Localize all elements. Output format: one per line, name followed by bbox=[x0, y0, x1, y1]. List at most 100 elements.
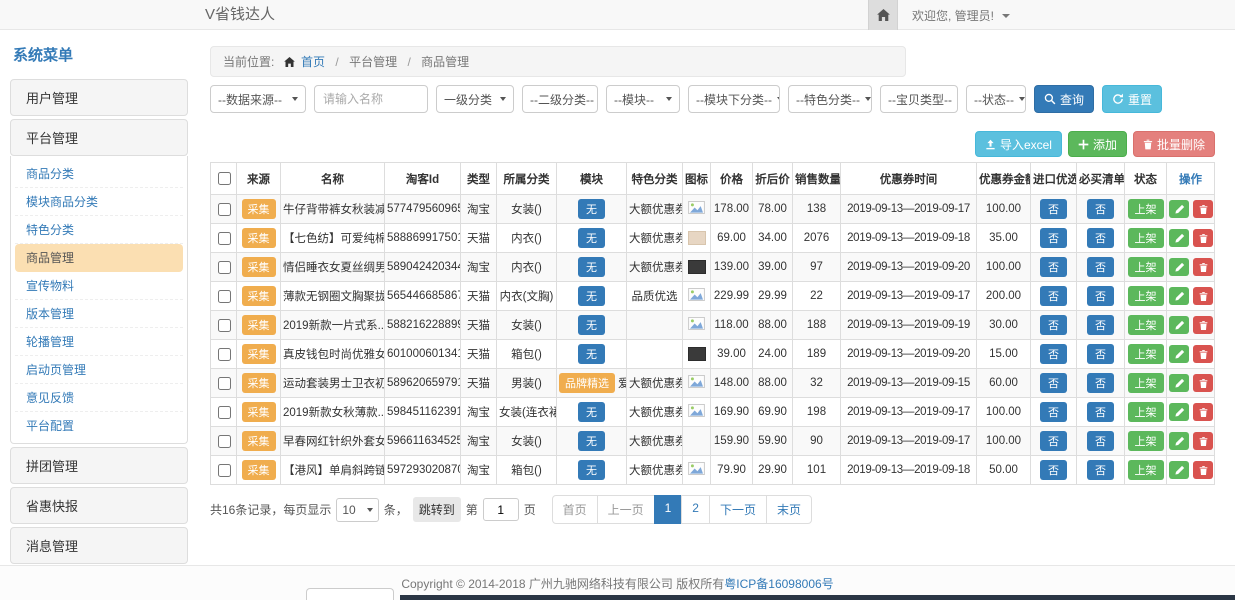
level2-category-select[interactable]: --二级分类-- bbox=[522, 85, 598, 113]
delete-button[interactable] bbox=[1193, 345, 1213, 363]
sidebar-group-platform-management[interactable]: 平台管理 bbox=[10, 119, 188, 156]
item-type-select[interactable]: --宝贝类型-- bbox=[880, 85, 958, 113]
status-button[interactable]: 上架 bbox=[1128, 344, 1164, 364]
import-select-toggle[interactable]: 否 bbox=[1040, 431, 1067, 451]
must-buy-toggle[interactable]: 否 bbox=[1087, 344, 1114, 364]
must-buy-toggle[interactable]: 否 bbox=[1087, 431, 1114, 451]
page-number-input[interactable] bbox=[483, 498, 519, 521]
data-source-select[interactable]: --数据来源-- bbox=[210, 85, 306, 113]
edit-button[interactable] bbox=[1169, 316, 1189, 334]
import-select-toggle[interactable]: 否 bbox=[1040, 460, 1067, 480]
status-select[interactable]: --状态-- bbox=[966, 85, 1026, 113]
next-page-button[interactable]: 下一页 bbox=[709, 495, 767, 524]
sidebar-group-groupbuy-management[interactable]: 拼团管理 bbox=[10, 447, 188, 484]
must-buy-toggle[interactable]: 否 bbox=[1087, 315, 1114, 335]
import-select-toggle[interactable]: 否 bbox=[1040, 315, 1067, 335]
row-checkbox[interactable] bbox=[218, 319, 231, 332]
breadcrumb-home-link[interactable]: 首页 bbox=[301, 55, 325, 69]
delete-button[interactable] bbox=[1193, 374, 1213, 392]
sidebar-item-product-category[interactable]: 商品分类 bbox=[15, 160, 183, 188]
sidebar-item-carousel-management[interactable]: 轮播管理 bbox=[15, 328, 183, 356]
row-checkbox[interactable] bbox=[218, 261, 231, 274]
status-button[interactable]: 上架 bbox=[1128, 315, 1164, 335]
feature-category-select[interactable]: --特色分类-- bbox=[788, 85, 872, 113]
row-checkbox[interactable] bbox=[218, 464, 231, 477]
search-button[interactable]: 查询 bbox=[1034, 85, 1094, 113]
sidebar-group-save-express-news[interactable]: 省惠快报 bbox=[10, 487, 188, 524]
must-buy-toggle[interactable]: 否 bbox=[1087, 402, 1114, 422]
row-checkbox[interactable] bbox=[218, 203, 231, 216]
level1-category-select[interactable]: 一级分类 bbox=[436, 85, 514, 113]
import-select-toggle[interactable]: 否 bbox=[1040, 286, 1067, 306]
edit-button[interactable] bbox=[1169, 345, 1189, 363]
delete-button[interactable] bbox=[1193, 403, 1213, 421]
delete-button[interactable] bbox=[1193, 229, 1213, 247]
row-checkbox[interactable] bbox=[218, 232, 231, 245]
status-button[interactable]: 上架 bbox=[1128, 402, 1164, 422]
import-select-toggle[interactable]: 否 bbox=[1040, 257, 1067, 277]
sidebar-item-platform-config[interactable]: 平台配置 bbox=[15, 412, 183, 439]
import-select-toggle[interactable]: 否 bbox=[1040, 344, 1067, 364]
sidebar-item-version-management[interactable]: 版本管理 bbox=[15, 300, 183, 328]
import-excel-button[interactable]: 导入excel bbox=[975, 131, 1062, 157]
must-buy-toggle[interactable]: 否 bbox=[1087, 199, 1114, 219]
must-buy-toggle[interactable]: 否 bbox=[1087, 373, 1114, 393]
must-buy-toggle[interactable]: 否 bbox=[1087, 228, 1114, 248]
edit-button[interactable] bbox=[1169, 200, 1189, 218]
sidebar-item-module-product-category[interactable]: 模块商品分类 bbox=[15, 188, 183, 216]
name-search-input[interactable] bbox=[314, 85, 428, 113]
row-checkbox[interactable] bbox=[218, 406, 231, 419]
status-button[interactable]: 上架 bbox=[1128, 431, 1164, 451]
sidebar-item-product-management[interactable]: 商品管理 bbox=[15, 244, 183, 272]
status-button[interactable]: 上架 bbox=[1128, 228, 1164, 248]
page-button-1[interactable]: 1 bbox=[654, 495, 683, 524]
must-buy-toggle[interactable]: 否 bbox=[1087, 286, 1114, 306]
delete-button[interactable] bbox=[1193, 432, 1213, 450]
must-buy-toggle[interactable]: 否 bbox=[1087, 257, 1114, 277]
edit-button[interactable] bbox=[1169, 258, 1189, 276]
sidebar-group-user-management[interactable]: 用户管理 bbox=[10, 79, 188, 116]
home-button[interactable] bbox=[868, 0, 898, 30]
batch-delete-button[interactable]: 批量删除 bbox=[1133, 131, 1215, 157]
page-button-2[interactable]: 2 bbox=[681, 495, 710, 524]
select-all-checkbox[interactable] bbox=[218, 172, 231, 185]
jump-button[interactable]: 跳转到 bbox=[413, 497, 461, 522]
delete-button[interactable] bbox=[1193, 287, 1213, 305]
icp-link[interactable]: 粤ICP备16098006号 bbox=[724, 577, 833, 591]
add-button[interactable]: 添加 bbox=[1068, 131, 1127, 157]
row-checkbox[interactable] bbox=[218, 290, 231, 303]
prev-page-button[interactable]: 上一页 bbox=[597, 495, 655, 524]
edit-button[interactable] bbox=[1169, 461, 1189, 479]
delete-button[interactable] bbox=[1193, 316, 1213, 334]
delete-button[interactable] bbox=[1193, 461, 1213, 479]
status-button[interactable]: 上架 bbox=[1128, 199, 1164, 219]
sidebar-item-feature-category[interactable]: 特色分类 bbox=[15, 216, 183, 244]
delete-button[interactable] bbox=[1193, 258, 1213, 276]
sidebar-item-feedback[interactable]: 意见反馈 bbox=[15, 384, 183, 412]
import-select-toggle[interactable]: 否 bbox=[1040, 228, 1067, 248]
sidebar-item-promo-material[interactable]: 宣传物料 bbox=[15, 272, 183, 300]
row-checkbox[interactable] bbox=[218, 348, 231, 361]
first-page-button[interactable]: 首页 bbox=[552, 495, 598, 524]
edit-button[interactable] bbox=[1169, 287, 1189, 305]
module-select[interactable]: --模块-- bbox=[606, 85, 680, 113]
status-button[interactable]: 上架 bbox=[1128, 286, 1164, 306]
edit-button[interactable] bbox=[1169, 403, 1189, 421]
row-checkbox[interactable] bbox=[218, 377, 231, 390]
edit-button[interactable] bbox=[1169, 229, 1189, 247]
delete-button[interactable] bbox=[1193, 200, 1213, 218]
edit-button[interactable] bbox=[1169, 432, 1189, 450]
status-button[interactable]: 上架 bbox=[1128, 257, 1164, 277]
status-button[interactable]: 上架 bbox=[1128, 373, 1164, 393]
reset-button[interactable]: 重置 bbox=[1102, 85, 1162, 113]
last-page-button[interactable]: 末页 bbox=[766, 495, 812, 524]
status-button[interactable]: 上架 bbox=[1128, 460, 1164, 480]
import-select-toggle[interactable]: 否 bbox=[1040, 373, 1067, 393]
sidebar-item-splash-page-management[interactable]: 启动页管理 bbox=[15, 356, 183, 384]
import-select-toggle[interactable]: 否 bbox=[1040, 199, 1067, 219]
row-checkbox[interactable] bbox=[218, 435, 231, 448]
import-select-toggle[interactable]: 否 bbox=[1040, 402, 1067, 422]
per-page-select[interactable]: 10 bbox=[336, 498, 378, 522]
sidebar-group-message-management[interactable]: 消息管理 bbox=[10, 527, 188, 564]
edit-button[interactable] bbox=[1169, 374, 1189, 392]
